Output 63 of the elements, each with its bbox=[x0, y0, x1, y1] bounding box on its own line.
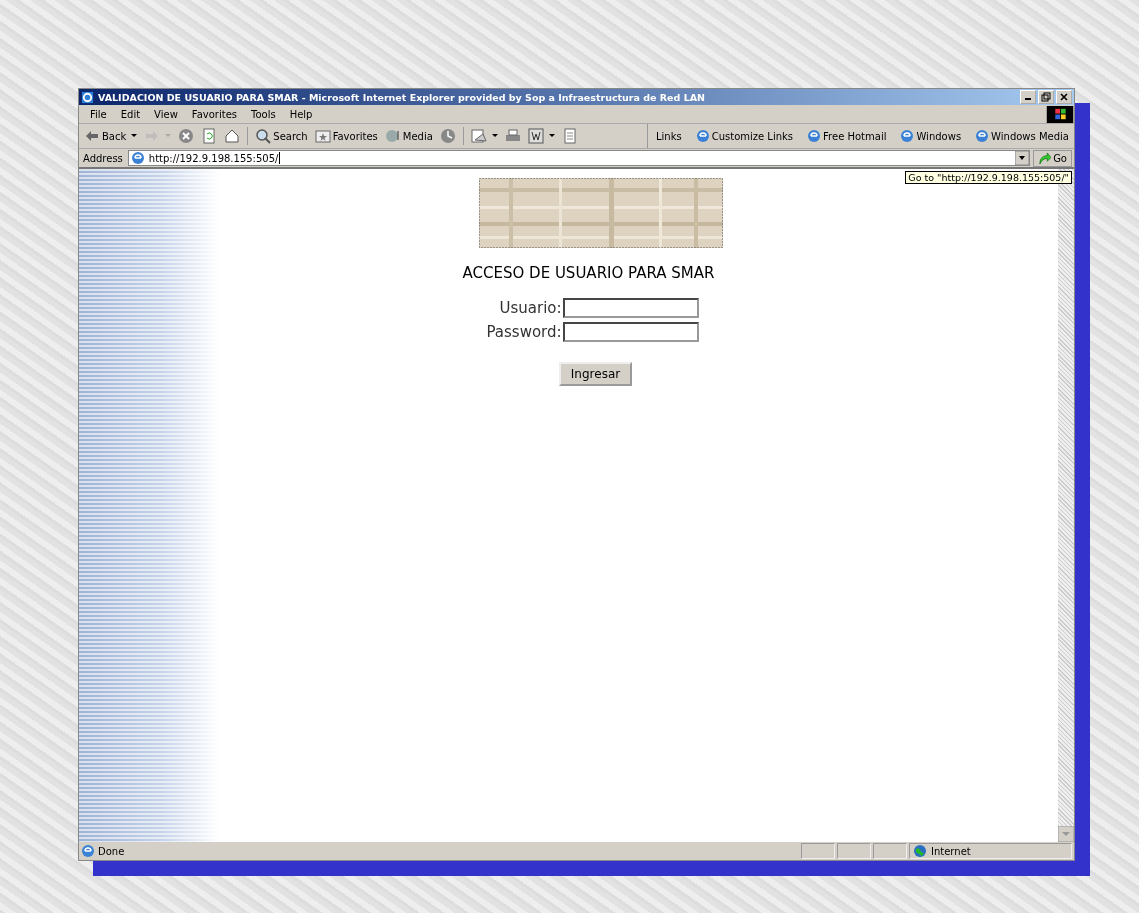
text-cursor bbox=[279, 152, 281, 164]
link-button[interactable]: Customize Links bbox=[695, 129, 794, 143]
window-title: VALIDACION DE USUARIO PARA SMAR - Microsoft Internet Explorer provided by Sop a Infraestructura de Red LAN bbox=[98, 91, 705, 103]
minimize-icon bbox=[1025, 98, 1031, 100]
windows-logo bbox=[1046, 105, 1074, 123]
menu-item[interactable]: Help bbox=[282, 108, 320, 120]
browser-icon bbox=[81, 90, 94, 104]
browser-icon bbox=[807, 129, 822, 143]
links-label: Links bbox=[656, 130, 682, 142]
field-label: Password: bbox=[486, 323, 562, 341]
field-label: Usuario: bbox=[499, 299, 562, 317]
globe-icon bbox=[913, 844, 927, 858]
arrow-icon bbox=[1038, 151, 1052, 165]
menu-item[interactable]: Tools bbox=[244, 108, 283, 120]
browser-icon bbox=[695, 129, 710, 143]
refresh-icon bbox=[201, 128, 218, 144]
security-zone: Internet bbox=[909, 843, 1072, 859]
input-field[interactable] bbox=[562, 322, 699, 342]
browser-icon bbox=[975, 129, 990, 143]
page-heading: ACCESO DE USUARIO PARA SMAR bbox=[462, 264, 715, 282]
address-text: http://192.9.198.155:505/ bbox=[148, 152, 279, 164]
restore-icon bbox=[1041, 92, 1051, 102]
status-text: Done bbox=[98, 845, 125, 857]
edit-button[interactable] bbox=[525, 126, 557, 146]
link-button[interactable]: Windows bbox=[900, 129, 962, 143]
menu-item[interactable]: File bbox=[83, 108, 114, 120]
status-panel bbox=[837, 843, 871, 859]
link-button[interactable]: Free Hotmail bbox=[807, 129, 887, 143]
media-icon bbox=[384, 128, 401, 144]
page-icon bbox=[561, 128, 578, 144]
home-icon bbox=[224, 128, 241, 144]
status-panel bbox=[801, 843, 835, 859]
printer-icon bbox=[504, 128, 521, 144]
menu-item[interactable]: Favorites bbox=[184, 108, 244, 120]
status-panel bbox=[873, 843, 907, 859]
search-button[interactable]: Search bbox=[253, 126, 310, 146]
tooltip: Go to "http://192.9.198.155:505/" bbox=[905, 171, 1072, 184]
mail-icon bbox=[470, 128, 487, 144]
go-button[interactable]: Go bbox=[1033, 149, 1072, 167]
menu-item[interactable]: Edit bbox=[113, 108, 148, 120]
clock-icon bbox=[439, 128, 456, 144]
media-button[interactable]: Media bbox=[382, 126, 435, 146]
browser-icon bbox=[81, 844, 95, 858]
dropdown-button[interactable] bbox=[1015, 151, 1030, 165]
browser-icon bbox=[130, 151, 145, 165]
stop-icon bbox=[178, 128, 195, 144]
mail-button[interactable] bbox=[468, 126, 500, 146]
star-folder-icon bbox=[314, 128, 331, 144]
browser-icon bbox=[900, 129, 915, 143]
back-button[interactable]: Back bbox=[82, 126, 140, 146]
menu-item[interactable]: View bbox=[147, 108, 185, 120]
close-button[interactable] bbox=[1056, 90, 1072, 104]
minimize-button[interactable] bbox=[1020, 90, 1036, 104]
favorites-button[interactable]: Favorites bbox=[312, 126, 380, 146]
input-field[interactable] bbox=[562, 298, 699, 318]
search-icon bbox=[255, 128, 272, 144]
maximize-button[interactable] bbox=[1038, 90, 1054, 104]
link-button[interactable]: Windows Media bbox=[975, 129, 1069, 143]
document-edit-icon bbox=[527, 128, 544, 144]
close-icon bbox=[1059, 92, 1069, 102]
address-field[interactable]: http://192.9.198.155:505/ bbox=[127, 150, 1031, 166]
address-label: Address bbox=[82, 152, 124, 164]
submit-button[interactable]: Ingresar bbox=[558, 362, 633, 386]
